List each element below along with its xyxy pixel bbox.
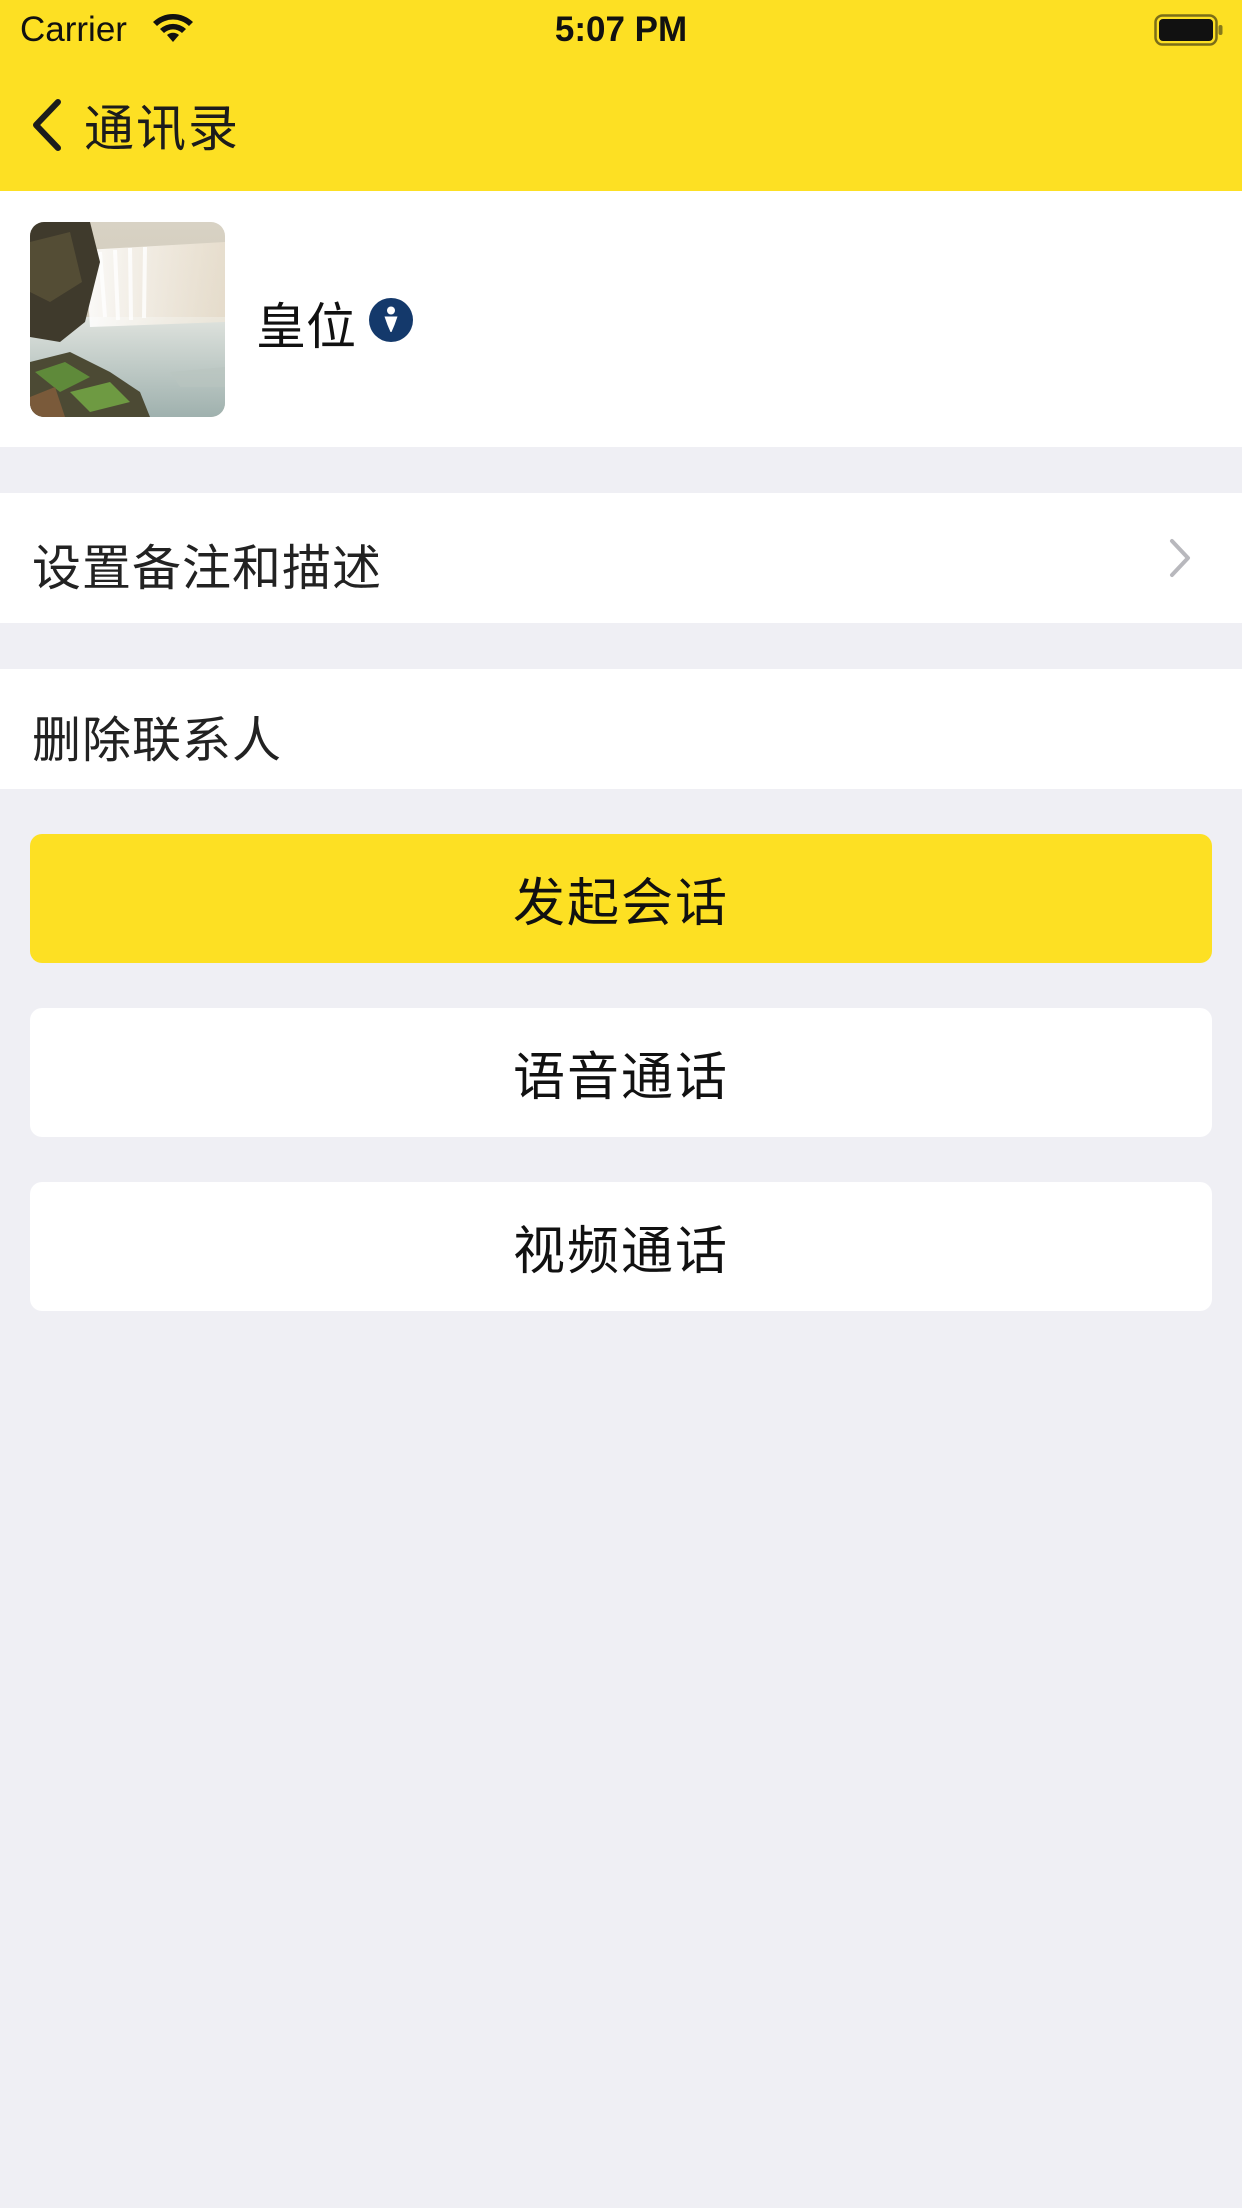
voice-call-button[interactable]: 语音通话 (30, 1008, 1212, 1137)
avatar-image (30, 222, 225, 417)
chevron-left-icon (33, 99, 61, 151)
delete-contact-row[interactable]: 删除联系人 (0, 669, 1242, 789)
back-button[interactable]: 通讯录 (28, 90, 240, 160)
back-label: 通讯录 (84, 100, 240, 158)
status-time: 5:07 PM (554, 10, 688, 49)
top-bar: Carrier 5:07 PM 通讯录 (0, 0, 1242, 191)
video-call-button[interactable]: 视频通话 (30, 1182, 1212, 1311)
profile-card: 皇位 (0, 191, 1242, 447)
chevron-right-icon (1170, 539, 1190, 577)
battery-icon (1154, 14, 1223, 46)
set-remark-row[interactable]: 设置备注和描述 (0, 493, 1242, 623)
navigation-bar: 通讯录 (0, 62, 1242, 191)
male-icon (369, 298, 413, 342)
set-remark-label: 设置备注和描述 (32, 540, 383, 597)
start-chat-button[interactable]: 发起会话 (30, 834, 1212, 963)
contact-name: 皇位 (256, 298, 356, 356)
delete-contact-label: 删除联系人 (32, 712, 283, 769)
status-bar: Carrier 5:07 PM (0, 0, 1242, 62)
avatar[interactable] (30, 222, 225, 417)
